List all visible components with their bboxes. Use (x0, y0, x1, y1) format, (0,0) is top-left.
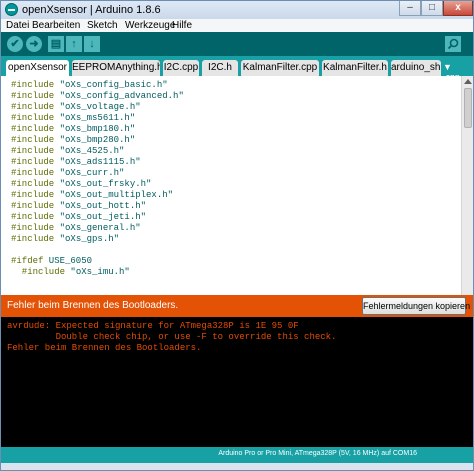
code-line: #include "oXs_out_multiplex.h" (11, 190, 173, 201)
code-keyword: #include (11, 212, 55, 222)
code-line: #include "oXs_config_basic.h" (11, 80, 168, 91)
code-string: "oXs_general.h" (54, 223, 141, 233)
tab-arduino-shi[interactable]: arduino_shi (391, 60, 441, 76)
upload-button[interactable]: ➜ (26, 36, 42, 52)
code-keyword: #include (11, 168, 55, 178)
code-keyword: #include (11, 223, 55, 233)
code-string: "oXs_config_advanced.h" (54, 91, 184, 101)
code-line: #include "oXs_out_hott.h" (11, 201, 146, 212)
menu-hilfe[interactable]: Hilfe (172, 19, 192, 32)
console-line: Double check chip, or use -F to override… (7, 332, 337, 342)
code-keyword: #include (11, 146, 55, 156)
code-string: USE_6050 (43, 256, 93, 266)
menu-bar: Datei Bearbeiten Sketch Werkzeuge Hilfe (1, 19, 473, 32)
menu-bearbeiten[interactable]: Bearbeiten (32, 19, 80, 32)
code-string: "oXs_out_jeti.h" (54, 212, 147, 222)
code-string: "oXs_imu.h" (65, 267, 130, 277)
console-output[interactable]: avrdude: Expected signature for ATmega32… (1, 317, 473, 447)
magnifier-icon (447, 38, 459, 50)
tab-kalmanfilter-h[interactable]: KalmanFilter.h (322, 60, 388, 76)
tab-eepromanything-h[interactable]: EEPROMAnything.h (72, 60, 160, 76)
code-keyword: #include (11, 234, 55, 244)
code-line: #include "oXs_curr.h" (11, 168, 124, 179)
code-string: "oXs_config_basic.h" (54, 80, 168, 90)
board-status-footer: Arduino Pro or Pro Mini, ATmega328P (5V,… (1, 447, 473, 463)
code-line: #include "oXs_gps.h" (11, 234, 119, 245)
status-message: Fehler beim Brennen des Bootloaders. (7, 300, 179, 311)
copy-error-messages-button[interactable]: Fehlermeldungen kopieren (362, 297, 470, 315)
code-keyword: #include (11, 113, 55, 123)
toolbar: ✔ ➜ ▤ ↑ ↓ (1, 32, 473, 56)
code-string: "oXs_gps.h" (54, 234, 120, 244)
code-line: #include "oXs_ads1115.h" (11, 157, 141, 168)
tab-overflow-menu[interactable]: ▼ .cpp (443, 62, 471, 82)
tab-bar: openXsensor EEPROMAnything.h I2C.cpp I2C… (1, 56, 473, 82)
code-string: "oXs_bmp280.h" (54, 135, 136, 145)
code-line: #include "oXs_bmp280.h" (11, 135, 135, 146)
code-keyword: #ifdef (11, 256, 44, 266)
arduino-logo-icon (5, 3, 18, 16)
console-line: avrdude: Expected signature for ATmega32… (7, 321, 299, 331)
minimize-button[interactable]: – (399, 1, 421, 16)
code-string: "oXs_out_hott.h" (54, 201, 147, 211)
code-string: "oXs_4525.h" (54, 146, 125, 156)
code-line: #include "oXs_config_advanced.h" (11, 91, 184, 102)
scroll-up-arrow-icon[interactable] (464, 79, 472, 84)
close-button[interactable]: x (443, 1, 473, 16)
code-keyword: #include (11, 80, 55, 90)
tab-openxsensor[interactable]: openXsensor (6, 60, 69, 76)
code-line: #include "oXs_voltage.h" (11, 102, 141, 113)
tab-i2c-cpp[interactable]: I2C.cpp (163, 60, 199, 76)
code-line: #include "oXs_general.h" (11, 223, 141, 234)
code-string: "oXs_voltage.h" (54, 102, 141, 112)
window-bottom-border (1, 463, 473, 470)
code-string: "oXs_curr.h" (54, 168, 125, 178)
code-line: #include "oXs_imu.h" (11, 267, 130, 278)
code-string: "oXs_bmp180.h" (54, 124, 136, 134)
code-line: #include "oXs_bmp180.h" (11, 124, 135, 135)
serial-monitor-button[interactable] (445, 36, 461, 52)
board-info: Arduino Pro or Pro Mini, ATmega328P (5V,… (218, 450, 417, 457)
code-string: "oXs_out_multiplex.h" (54, 190, 174, 200)
code-line: #include "oXs_4525.h" (11, 146, 124, 157)
tab-kalmanfilter-cpp[interactable]: KalmanFilter.cpp (241, 60, 319, 76)
code-keyword: #include (11, 267, 66, 277)
code-keyword: #include (11, 190, 55, 200)
code-line: #include "oXs_out_frsky.h" (11, 179, 151, 190)
code-keyword: #include (11, 135, 55, 145)
arduino-ide-window: openXsensor | Arduino 1.8.6 – □ x Datei … (0, 0, 474, 471)
code-line: #include "oXs_ms5611.h" (11, 113, 135, 124)
window-title: openXsensor | Arduino 1.8.6 (22, 4, 161, 16)
console-line: Fehler beim Brennen des Bootloaders. (7, 343, 202, 353)
code-keyword: #include (11, 102, 55, 112)
code-line: #include "oXs_out_jeti.h" (11, 212, 146, 223)
code-keyword: #include (11, 91, 55, 101)
code-line: #ifdef USE_6050 (11, 256, 92, 267)
menu-werkzeuge[interactable]: Werkzeuge (125, 19, 175, 32)
open-sketch-button[interactable]: ↑ (66, 36, 82, 52)
scrollbar-thumb[interactable] (464, 88, 472, 128)
save-sketch-button[interactable]: ↓ (84, 36, 100, 52)
editor-scrollbar[interactable] (461, 76, 473, 295)
code-string: "oXs_ms5611.h" (54, 113, 136, 123)
title-bar[interactable]: openXsensor | Arduino 1.8.6 – □ x (1, 1, 473, 19)
verify-button[interactable]: ✔ (7, 36, 23, 52)
new-sketch-button[interactable]: ▤ (48, 36, 64, 52)
code-keyword: #include (11, 201, 55, 211)
code-keyword: #include (11, 124, 55, 134)
menu-datei[interactable]: Datei (6, 19, 29, 32)
menu-sketch[interactable]: Sketch (87, 19, 118, 32)
code-string: "oXs_ads1115.h" (54, 157, 141, 167)
code-editor[interactable]: #include "oXs_config_basic.h" #include "o… (1, 76, 473, 295)
maximize-button[interactable]: □ (421, 1, 443, 16)
code-keyword: #include (11, 157, 55, 167)
code-string: "oXs_out_frsky.h" (54, 179, 152, 189)
error-status-bar: Fehler beim Brennen des Bootloaders. Feh… (1, 295, 473, 317)
code-keyword: #include (11, 179, 55, 189)
tab-i2c-h[interactable]: I2C.h (202, 60, 238, 76)
